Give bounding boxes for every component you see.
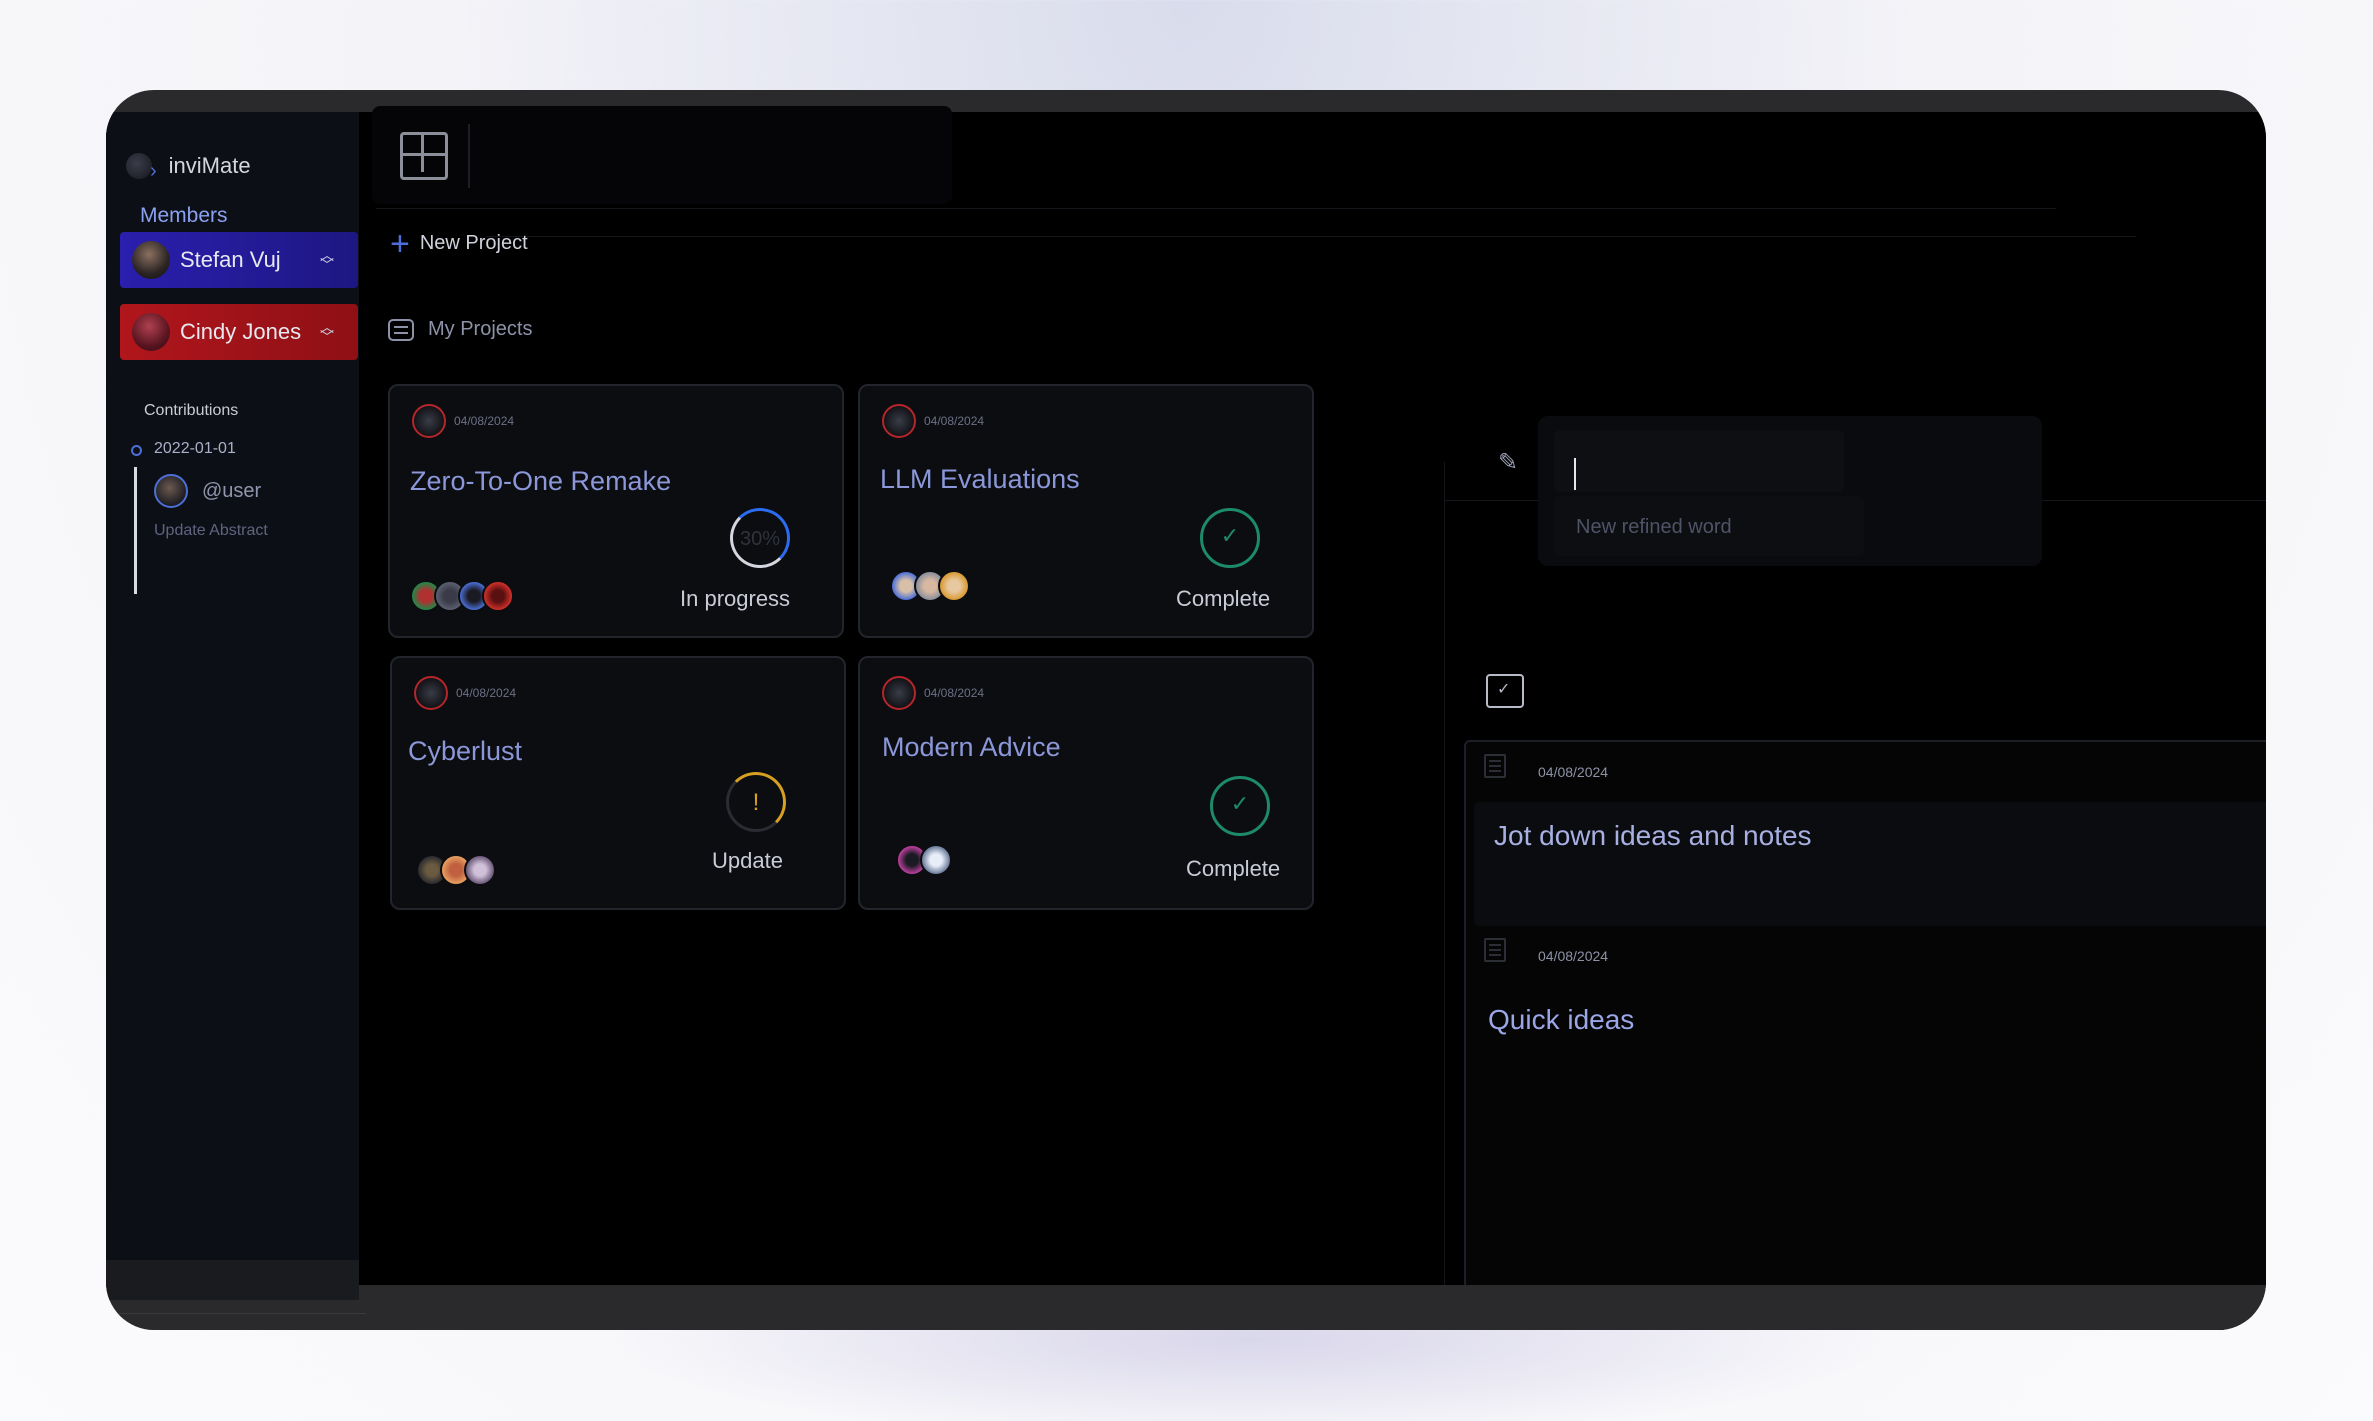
warning-icon: ! xyxy=(726,772,786,832)
project-title: LLM Evaluations xyxy=(880,464,1080,494)
sidebar: › inviMate Members Stefan Vuj ︿ ﹀ Cindy J… xyxy=(106,112,359,1300)
project-status: In progress xyxy=(680,586,791,611)
avatar xyxy=(132,313,170,351)
chevron-right-icon: › xyxy=(150,160,157,182)
timeline-action: Update Abstract xyxy=(154,522,268,539)
project-logo xyxy=(412,404,446,438)
timeline-line xyxy=(134,467,137,594)
new-project-label: New Project xyxy=(419,232,528,254)
avatar xyxy=(482,580,514,612)
check-icon: ✓ xyxy=(1200,508,1260,568)
word-refine-panel: New refined word xyxy=(1538,416,2042,566)
notes-panel: 04/08/2024 Jot down ideas and notes 04/0… xyxy=(1464,740,2266,1330)
member-name: Cindy Jones xyxy=(180,319,302,344)
member-avatars xyxy=(416,854,496,886)
note-item[interactable]: Jot down ideas and notes xyxy=(1474,802,2266,926)
project-logo xyxy=(882,404,916,438)
note-title[interactable]: Quick ideas xyxy=(1488,1004,1634,1036)
project-card[interactable]: 04/08/2024 Modern Advice ✓ Complete xyxy=(858,656,1314,910)
brand[interactable]: › inviMate xyxy=(126,148,251,183)
project-title: Cyberlust xyxy=(408,736,523,766)
project-title: Zero-To-One Remake xyxy=(410,466,672,496)
my-projects-tab[interactable]: My Projects xyxy=(388,318,532,341)
timeline-dot xyxy=(131,445,142,456)
member-avatars xyxy=(896,844,952,876)
chevron-up-down-icon: ︿ ﹀ xyxy=(320,247,334,273)
projects-icon xyxy=(388,318,414,341)
progress-ring: 30% xyxy=(730,508,790,568)
new-project-button[interactable]: + New Project xyxy=(390,224,528,263)
plus-icon: + xyxy=(390,224,410,263)
app-name: inviMate xyxy=(168,152,251,178)
sidebar-footer xyxy=(106,1260,359,1300)
document-icon xyxy=(1484,754,1506,778)
project-date: 04/08/2024 xyxy=(454,414,515,428)
project-title: Modern Advice xyxy=(882,732,1061,762)
note-date: 04/08/2024 xyxy=(1538,948,1609,964)
message-check-icon[interactable]: ✓ xyxy=(1486,674,1524,708)
divider xyxy=(486,236,2136,237)
avatar xyxy=(132,241,170,279)
text-caret xyxy=(1574,458,1576,490)
pencil-icon[interactable]: ✎ xyxy=(1498,448,1518,477)
project-date: 04/08/2024 xyxy=(924,414,985,428)
check-icon: ✓ xyxy=(1210,776,1270,836)
avatar xyxy=(938,570,970,602)
project-date: 04/08/2024 xyxy=(924,686,985,700)
user-avatar[interactable] xyxy=(154,474,188,508)
member-selector-stefan[interactable]: Stefan Vuj ︿ ﹀ xyxy=(120,232,358,288)
timeline-date: 2022-01-01 xyxy=(154,440,236,457)
project-status: Update xyxy=(712,848,783,873)
app-window: › inviMate Members Stefan Vuj ︿ ﹀ Cindy J… xyxy=(106,90,2266,1330)
member-avatars xyxy=(410,580,514,612)
project-card[interactable]: 04/08/2024 Zero-To-One Remake 30% In pro… xyxy=(388,384,844,638)
members-heading: Members xyxy=(140,204,228,227)
progress-label: 30% xyxy=(739,528,781,550)
member-name: Stefan Vuj xyxy=(180,247,281,272)
member-avatars xyxy=(890,570,970,602)
divider xyxy=(376,208,2056,209)
project-status: Complete xyxy=(1176,586,1271,611)
word-input[interactable] xyxy=(1554,430,1844,492)
project-logo xyxy=(414,676,448,710)
bottom-bar xyxy=(359,1285,2266,1330)
avatar xyxy=(464,854,496,886)
avatar xyxy=(920,844,952,876)
divider xyxy=(468,124,470,188)
project-card[interactable]: 04/08/2024 Cyberlust ! Update xyxy=(390,656,846,910)
chevron-up-down-icon: ︿ ﹀ xyxy=(320,319,334,345)
divider xyxy=(1444,462,1445,1330)
document-icon xyxy=(1484,938,1506,962)
member-selector-cindy[interactable]: Cindy Jones ︿ ﹀ xyxy=(120,304,358,360)
top-toolbar xyxy=(372,106,952,204)
project-status: Complete xyxy=(1186,856,1281,881)
my-projects-label: My Projects xyxy=(428,318,533,340)
note-title: Jot down ideas and notes xyxy=(1494,820,1812,851)
project-card[interactable]: 04/08/2024 LLM Evaluations ✓ Complete xyxy=(858,384,1314,638)
project-date: 04/08/2024 xyxy=(456,686,517,700)
new-refined-word-field[interactable]: New refined word xyxy=(1554,496,1864,556)
timeline-user[interactable]: @user xyxy=(202,480,261,503)
contributions-heading: Contributions xyxy=(144,402,239,419)
brand-logo xyxy=(126,152,152,179)
note-date: 04/08/2024 xyxy=(1538,764,1609,780)
layout-grid-icon[interactable] xyxy=(400,132,448,180)
divider xyxy=(106,1313,366,1314)
project-logo xyxy=(882,676,916,710)
